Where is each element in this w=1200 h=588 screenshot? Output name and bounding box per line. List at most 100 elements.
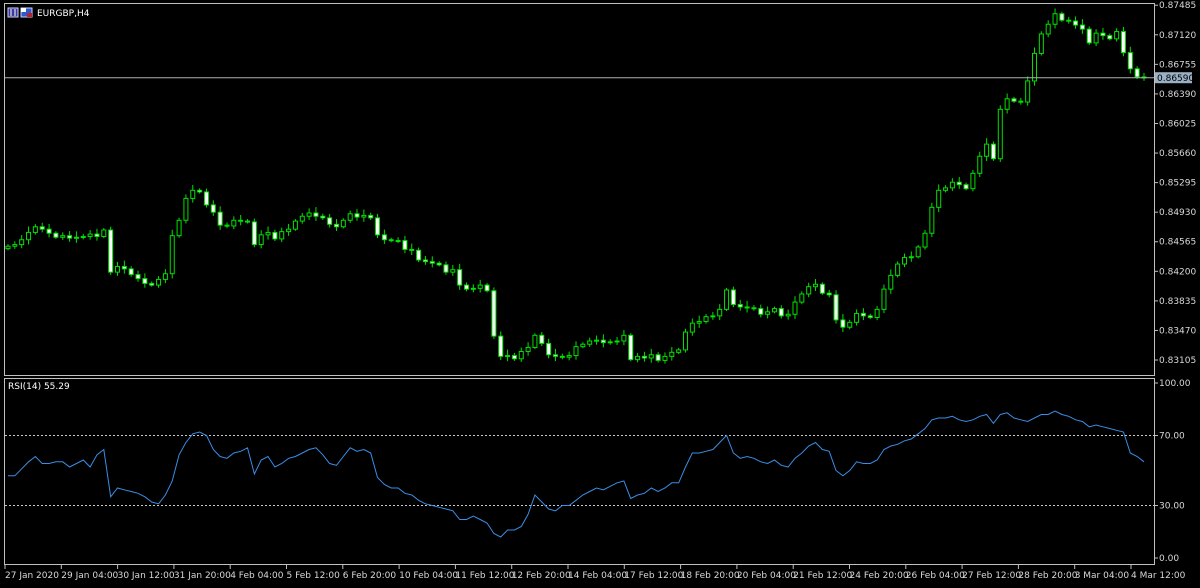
candle [532,333,538,350]
candle-body-up [12,244,18,247]
candle-body-up [176,219,182,237]
candle-body-up [265,231,271,236]
candle-body-down [655,354,661,361]
candle [628,333,634,362]
candle-body-up [682,331,688,351]
candle-body-down [429,261,435,264]
rsi-tick-label: 100.00 [1159,379,1191,389]
candle-body-up [19,239,25,246]
price-tick-label: 0.84200 [1159,267,1196,277]
candle [491,287,497,339]
candle-body-up [847,321,853,328]
candle-body-up [908,256,914,259]
rsi-tick-label: 0.00 [1159,554,1179,564]
candle-body-down [354,213,360,218]
candle-body-down [628,334,634,361]
candle-body-up [970,172,976,190]
x-tick-label: 29 Jan 04:00 [61,571,118,581]
candle [1038,31,1044,56]
x-tick-label: 20 Feb 04:00 [737,571,796,581]
candle-body-down [217,211,223,226]
candle-body-up [607,341,613,344]
candle-body-up [915,246,921,258]
price-panel-frame [4,3,1155,376]
candle-body-up [156,278,162,286]
candle-body-up [587,340,593,345]
candle-body-up [470,287,476,290]
price-tick-label: 0.86390 [1159,90,1196,100]
candle-body-down [778,308,784,317]
candle-body-up [279,231,285,240]
candle-body-down [758,308,764,315]
x-tick-label: 28 Feb 20:00 [1018,571,1077,581]
candle-body-up [566,355,572,358]
candle-body-down [860,312,866,317]
candle-body-up [895,263,901,276]
candle-body-up [594,339,600,342]
x-tick-label: 27 Jan 2020 [5,571,59,581]
candle-body-up [724,289,730,310]
candle-body-up [299,215,305,222]
candle-body-up [881,288,887,310]
candle-body-down [224,224,230,227]
candle-body-down [149,282,155,286]
candle-body-down [422,259,428,263]
candle [203,188,209,208]
candle [1086,26,1092,46]
price-tick-label: 0.87485 [1159,1,1196,11]
candle-body-down [1018,100,1024,103]
candle [833,290,839,324]
candle-body-up [340,219,346,228]
candle-body-down [251,221,257,246]
candle-body-up [799,293,805,303]
candle-body-down [826,292,832,296]
price-tick-label: 0.84565 [1159,238,1196,248]
candle-body-up [765,311,771,315]
candle-body-up [183,197,189,221]
price-tick-label: 0.87120 [1159,31,1196,41]
candle-body-down [1066,19,1072,22]
candle [819,282,825,295]
candle-body-up [5,245,11,250]
candle-body-up [190,189,196,199]
trading-chart-window[interactable]: EURGBP,H4 RSI(14) 55.29 0.87485 0.87120 0.… [0,0,1200,584]
candle-body-up [1004,98,1010,110]
candle-body-down [245,220,251,223]
candle-body-up [87,233,93,237]
candle-body-down [67,235,73,239]
candle-body-up [621,334,627,342]
price-tick-label: 0.83835 [1159,297,1196,307]
rsi-tick-label: 30.00 [1159,502,1185,512]
price-tick-label: 0.86755 [1159,60,1196,70]
candle-body-down [1134,68,1140,78]
candle-body-up [26,231,32,241]
flag-icon[interactable] [20,7,33,18]
candle-body-down [443,264,449,273]
chart-canvas[interactable]: EURGBP,H4 RSI(14) 55.29 0.87485 0.87120 0.… [0,0,1200,584]
candle-body-down [737,304,743,308]
candle [922,229,928,250]
candle [1025,76,1031,106]
candle-body-down [210,204,216,213]
candle-body-down [464,284,470,290]
x-tick-label: 17 Feb 12:00 [624,571,683,581]
x-tick-label: 14 Feb 04:00 [568,571,627,581]
candle-body-down [641,355,647,359]
candle [724,287,730,312]
candle-body-up [669,351,675,357]
candle-body-down [94,233,100,237]
candle-body-up [662,355,668,361]
candle-body-up [32,226,38,233]
candle [730,286,736,308]
x-tick-label: 18 Feb 20:00 [681,571,740,581]
window-restore-icon[interactable] [7,7,19,18]
candle-body-up [997,108,1003,160]
candle-body-up [169,235,175,275]
candle-body-down [388,239,394,242]
candle-body-down [1107,35,1113,40]
candle [176,217,182,238]
candle [169,229,175,279]
candle-body-down [956,181,962,186]
candle-body-down [1073,20,1079,26]
candle-body-down [368,214,374,219]
